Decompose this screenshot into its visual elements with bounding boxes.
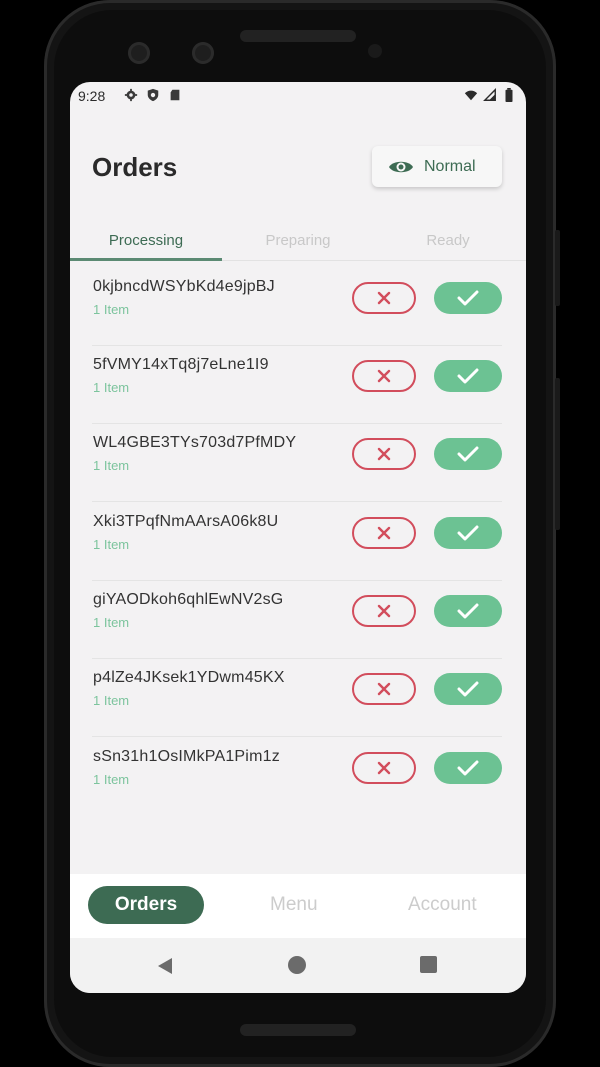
bottom-nav: Orders Menu Account <box>70 874 526 938</box>
status-bar: 9:28 <box>70 82 526 110</box>
order-id: 5fVMY14xTq8j7eLne1I9 <box>93 356 269 373</box>
close-icon <box>377 447 391 461</box>
view-mode-button[interactable]: Normal <box>372 146 502 187</box>
status-right-icons <box>464 88 516 102</box>
tab-preparing[interactable]: Preparing <box>222 232 374 249</box>
signal-icon <box>483 88 496 101</box>
check-icon <box>457 368 479 384</box>
check-icon <box>457 446 479 462</box>
order-item-count: 1 Item <box>93 380 130 395</box>
order-item-count: 1 Item <box>93 537 130 552</box>
page-title: Orders <box>92 152 178 182</box>
reject-order-button[interactable] <box>352 595 416 627</box>
gear-icon <box>124 88 138 102</box>
eye-icon <box>389 161 413 172</box>
reject-order-button[interactable] <box>352 360 416 392</box>
accept-order-button[interactable] <box>434 673 502 705</box>
nav-menu[interactable]: Menu <box>270 894 318 916</box>
nav-account[interactable]: Account <box>408 894 477 916</box>
close-icon <box>377 761 391 775</box>
accept-order-button[interactable] <box>434 438 502 470</box>
sd-card-icon <box>170 89 180 101</box>
volume-button <box>555 378 560 530</box>
order-id: WL4GBE3TYs703d7PfMDY <box>93 434 297 451</box>
order-row: p4lZe4JKsek1YDwm45KX 1 Item <box>70 659 526 737</box>
top-speaker <box>240 30 356 42</box>
check-icon <box>457 760 479 776</box>
nav-orders[interactable]: Orders <box>88 886 204 924</box>
active-tab-indicator <box>70 258 222 261</box>
order-id: 0kjbncdWSYbKd4e9jpBJ <box>93 278 275 295</box>
bottom-speaker <box>240 1024 356 1036</box>
accept-order-button[interactable] <box>434 752 502 784</box>
close-icon <box>377 604 391 618</box>
accept-order-button[interactable] <box>434 282 502 314</box>
order-row: Xki3TPqfNmAArsA06k8U 1 Item <box>70 503 526 581</box>
front-sensor <box>192 42 214 64</box>
close-icon <box>377 291 391 305</box>
reject-order-button[interactable] <box>352 438 416 470</box>
order-row: giYAODkoh6qhlEwNV2sG 1 Item <box>70 581 526 659</box>
wifi-icon <box>464 90 478 101</box>
back-icon[interactable] <box>156 956 174 976</box>
status-time: 9:28 <box>78 88 106 104</box>
status-left-icons <box>124 88 182 102</box>
proximity-sensor <box>368 44 382 58</box>
order-row: 5fVMY14xTq8j7eLne1I9 1 Item <box>70 346 526 424</box>
tab-processing[interactable]: Processing <box>70 232 222 249</box>
check-icon <box>457 603 479 619</box>
system-nav-bar <box>70 938 526 993</box>
reject-order-button[interactable] <box>352 517 416 549</box>
close-icon <box>377 369 391 383</box>
reject-order-button[interactable] <box>352 282 416 314</box>
order-id: Xki3TPqfNmAArsA06k8U <box>93 513 279 530</box>
app-screen: 9:28 Orders Normal Processing Preparing … <box>70 82 526 993</box>
order-item-count: 1 Item <box>93 615 130 630</box>
reject-order-button[interactable] <box>352 673 416 705</box>
order-item-count: 1 Item <box>93 302 130 317</box>
order-row: 0kjbncdWSYbKd4e9jpBJ 1 Item <box>70 268 526 346</box>
row-divider <box>92 736 502 737</box>
close-icon <box>377 682 391 696</box>
order-row: sSn31h1OsIMkPA1Pim1z 1 Item <box>70 738 526 816</box>
power-button <box>555 230 560 306</box>
check-icon <box>457 290 479 306</box>
order-item-count: 1 Item <box>93 458 130 473</box>
accept-order-button[interactable] <box>434 517 502 549</box>
view-mode-label: Normal <box>424 157 476 175</box>
order-row: WL4GBE3TYs703d7PfMDY 1 Item <box>70 424 526 502</box>
close-icon <box>377 526 391 540</box>
order-id: giYAODkoh6qhlEwNV2sG <box>93 591 284 608</box>
accept-order-button[interactable] <box>434 360 502 392</box>
reject-order-button[interactable] <box>352 752 416 784</box>
shield-icon <box>147 88 159 102</box>
home-icon[interactable] <box>288 956 306 974</box>
tab-ready[interactable]: Ready <box>372 232 524 249</box>
order-item-count: 1 Item <box>93 693 130 708</box>
row-divider <box>92 501 502 502</box>
order-item-count: 1 Item <box>93 772 130 787</box>
front-camera <box>128 42 150 64</box>
order-id: sSn31h1OsIMkPA1Pim1z <box>93 748 280 765</box>
check-icon <box>457 525 479 541</box>
order-id: p4lZe4JKsek1YDwm45KX <box>93 669 285 686</box>
accept-order-button[interactable] <box>434 595 502 627</box>
battery-icon <box>505 88 513 102</box>
check-icon <box>457 681 479 697</box>
recents-icon[interactable] <box>420 956 437 973</box>
order-status-tabs: Processing Preparing Ready <box>70 222 526 262</box>
